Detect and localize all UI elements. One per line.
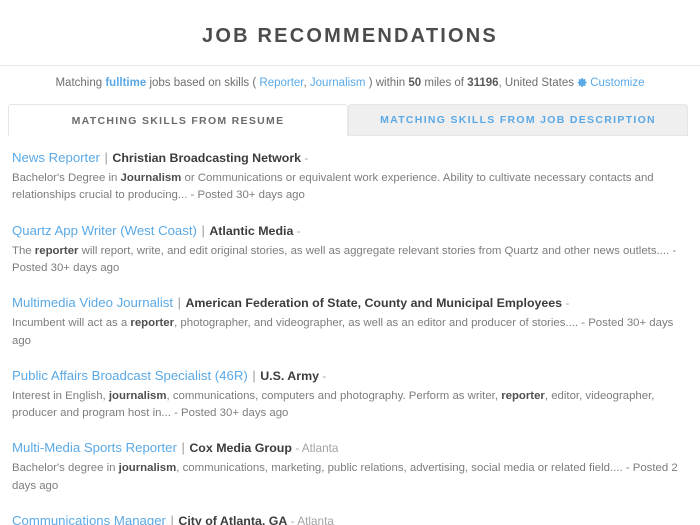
job-heading: Multi-Media Sports Reporter | Cox Media …: [12, 439, 688, 457]
job-title-link[interactable]: News Reporter: [12, 150, 100, 165]
job-heading: Communications Manager | City of Atlanta…: [12, 512, 688, 525]
job-company: U.S. Army: [260, 368, 319, 383]
filter-postal-code: 31196: [467, 77, 499, 89]
job-title-link[interactable]: Quartz App Writer (West Coast): [12, 223, 197, 238]
job-description: Bachelor's Degree in Journalism or Commu…: [12, 172, 654, 202]
job-location: -: [562, 296, 570, 311]
job-title-link[interactable]: Public Affairs Broadcast Specialist (46R…: [12, 368, 248, 383]
job-location: -: [301, 151, 309, 166]
job-title-company-separator: |: [177, 440, 189, 456]
filter-skill-reporter[interactable]: Reporter: [259, 77, 303, 89]
tab-label: MATCHING SKILLS FROM JOB DESCRIPTION: [380, 114, 656, 127]
filter-prefix: Matching: [55, 77, 103, 89]
job-result-item: Quartz App Writer (West Coast) | Atlanti…: [12, 222, 688, 278]
job-title-company-separator: |: [166, 512, 178, 525]
gear-icon: [577, 77, 588, 93]
job-result-item: Multi-Media Sports Reporter | Cox Media …: [12, 439, 688, 495]
job-company: American Federation of State, County and…: [185, 296, 563, 311]
job-title-company-separator: |: [174, 295, 185, 311]
job-description: The reporter will report, write, and edi…: [12, 244, 677, 274]
filter-summary: Matching fulltime jobs based on skills (…: [0, 66, 700, 93]
filter-radius: 50: [408, 77, 422, 89]
job-result-item: Multimedia Video Journalist | American F…: [12, 294, 688, 350]
job-company: Atlantic Media: [209, 223, 294, 238]
job-recommendations-page: JOB RECOMMENDATIONS Matching fulltime jo…: [0, 0, 700, 525]
job-description: Interest in English, journalism, communi…: [12, 389, 655, 420]
job-title-link[interactable]: Multi-Media Sports Reporter: [12, 440, 177, 455]
filter-mid2: ) within: [368, 77, 406, 89]
tab-matching-skills-from-resume[interactable]: MATCHING SKILLS FROM RESUME: [8, 104, 348, 137]
job-title-link[interactable]: Communications Manager: [12, 513, 166, 525]
page-title: JOB RECOMMENDATIONS: [202, 25, 498, 47]
job-description: Bachelor's degree in journalism, communi…: [12, 462, 678, 492]
job-location: -: [318, 368, 327, 383]
customize-link[interactable]: Customize: [590, 77, 644, 89]
job-heading: News Reporter | Christian Broadcasting N…: [12, 149, 688, 167]
filter-skill-journalism[interactable]: Journalism: [310, 77, 366, 89]
filter-skills-separator: ,: [303, 77, 307, 89]
job-results-list: News Reporter | Christian Broadcasting N…: [0, 136, 700, 525]
tab-bar: MATCHING SKILLS FROM RESUME MATCHING SKI…: [0, 104, 700, 137]
filter-mid1: jobs based on skills (: [149, 77, 257, 89]
job-title-company-separator: |: [248, 367, 260, 383]
tab-matching-skills-from-job-description[interactable]: MATCHING SKILLS FROM JOB DESCRIPTION: [348, 104, 688, 137]
job-title-company-separator: |: [100, 150, 112, 166]
job-result-item: News Reporter | Christian Broadcasting N…: [12, 149, 688, 205]
filter-job-type: fulltime: [105, 77, 147, 89]
job-heading: Quartz App Writer (West Coast) | Atlanti…: [12, 222, 688, 240]
job-company: City of Atlanta, GA: [178, 513, 288, 525]
job-location: - Atlanta: [287, 513, 334, 525]
job-title-link[interactable]: Multimedia Video Journalist: [12, 295, 173, 310]
job-result-item: Public Affairs Broadcast Specialist (46R…: [12, 367, 688, 423]
job-heading: Multimedia Video Journalist | American F…: [12, 294, 688, 312]
job-heading: Public Affairs Broadcast Specialist (46R…: [12, 367, 688, 385]
job-result-item: Communications Manager | City of Atlanta…: [12, 512, 688, 525]
job-location: - Atlanta: [291, 441, 339, 456]
filter-country: , United States: [498, 77, 574, 89]
job-company: Christian Broadcasting Network: [112, 151, 302, 166]
filter-mid3: miles of: [424, 77, 464, 89]
tab-label: MATCHING SKILLS FROM RESUME: [71, 114, 285, 127]
job-description: Incumbent will act as a reporter, photog…: [12, 317, 674, 347]
job-company: Cox Media Group: [189, 441, 292, 456]
job-location: -: [293, 223, 301, 238]
job-title-company-separator: |: [197, 222, 209, 238]
